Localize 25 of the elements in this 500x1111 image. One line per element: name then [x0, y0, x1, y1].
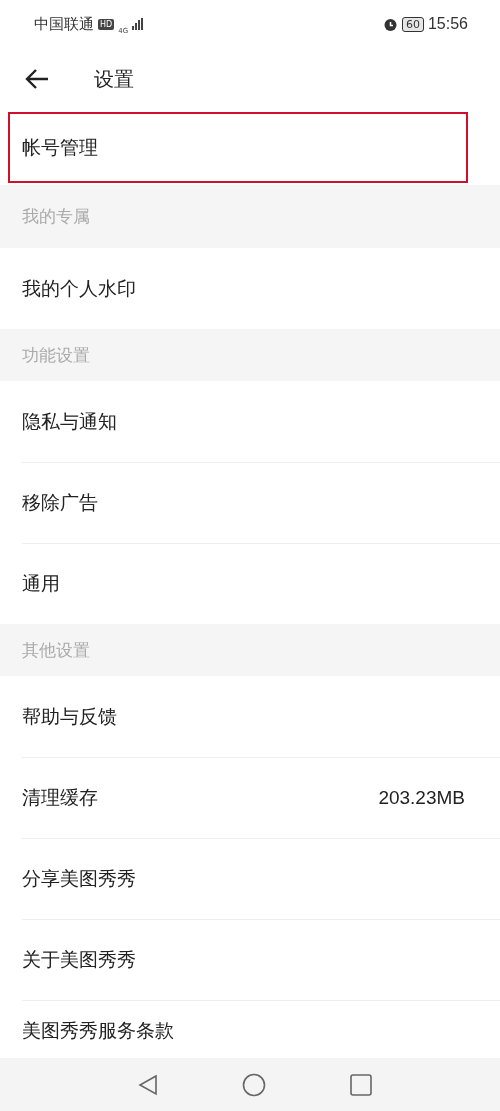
home-icon[interactable]: [242, 1072, 266, 1097]
alarm-icon: [382, 16, 398, 32]
hd-badge: HD: [98, 18, 115, 30]
settings-item[interactable]: 分享美图秀秀: [0, 838, 500, 919]
section-header: 其他设置: [22, 638, 90, 662]
section-header: 我的专属: [22, 205, 90, 228]
settings-item[interactable]: 美图秀秀服务条款: [0, 1000, 500, 1058]
signal-icon: [132, 18, 145, 30]
back-arrow-icon[interactable]: [24, 68, 50, 90]
settings-item[interactable]: 清理缓存 203.23MB: [0, 757, 500, 838]
settings-item[interactable]: 我的个人水印: [0, 248, 500, 329]
page-title: 设置: [94, 65, 134, 93]
carrier-name: 中国联通: [34, 14, 94, 34]
settings-item[interactable]: 隐私与通知: [0, 381, 500, 462]
item-label: 清理缓存: [22, 784, 98, 810]
settings-item[interactable]: 关于美图秀秀: [0, 919, 500, 1000]
back-icon[interactable]: [138, 1073, 158, 1096]
item-value: 203.23MB: [378, 786, 465, 809]
settings-item[interactable]: 帮助与反馈: [0, 676, 500, 757]
section-header: 功能设置: [22, 343, 90, 367]
recents-icon[interactable]: [350, 1073, 372, 1096]
settings-item[interactable]: 移除广告: [0, 462, 500, 543]
clock-time: 15:56: [427, 15, 468, 33]
settings-item[interactable]: 通用: [0, 543, 500, 624]
battery-level: 60: [401, 16, 424, 32]
